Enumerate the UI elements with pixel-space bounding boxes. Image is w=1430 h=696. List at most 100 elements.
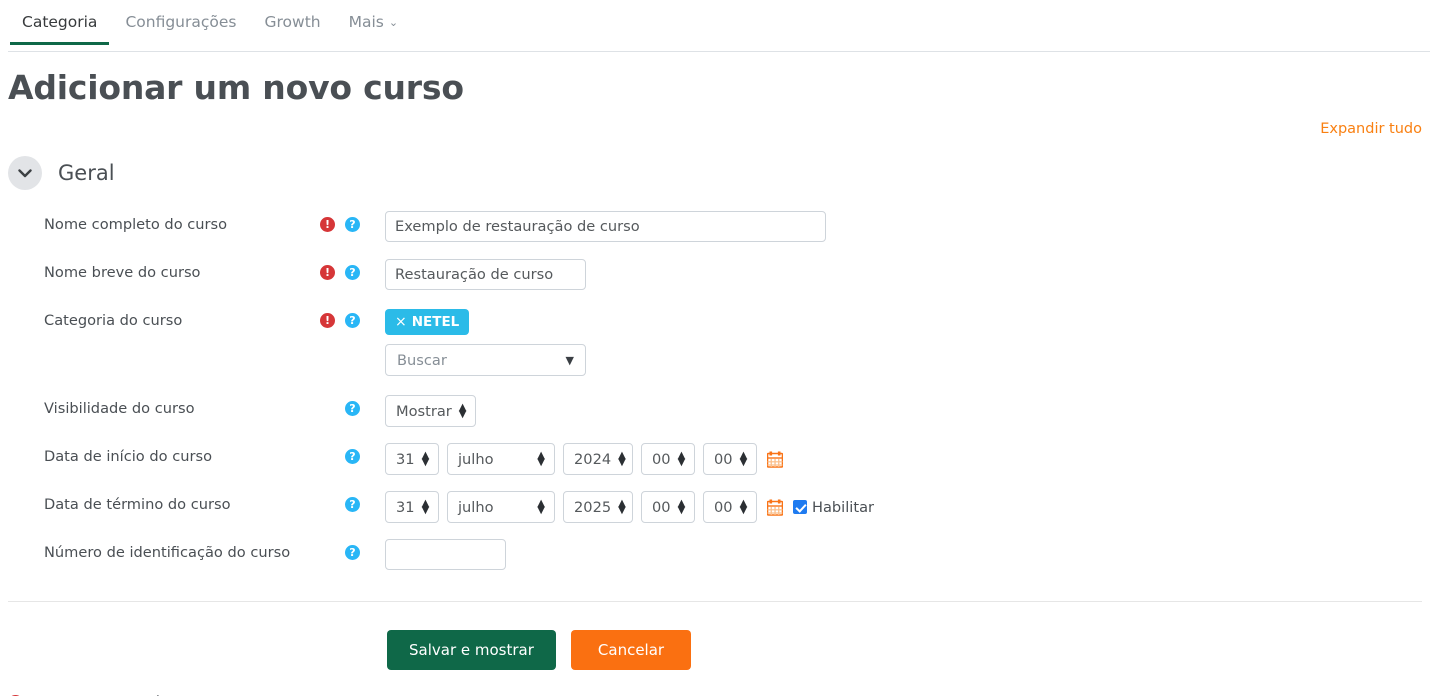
enddate-enable-checkbox[interactable]: Habilitar <box>793 499 874 516</box>
label-idnumber: Número de identificação do curso <box>8 535 320 563</box>
shortname-input[interactable] <box>385 259 586 290</box>
startdate-year-select[interactable]: 2024 ▲▼ <box>563 443 633 475</box>
tab-configuracoes-label: Configurações <box>125 13 236 31</box>
label-shortname: Nome breve do curso <box>8 255 320 283</box>
close-icon[interactable]: × <box>395 314 407 330</box>
required-icon: ! <box>320 265 335 280</box>
enddate-day-select[interactable]: 31 ▲▼ <box>385 491 439 523</box>
label-category: Categoria do curso <box>8 303 320 331</box>
control-visibility: Mostrar ▲▼ <box>385 391 476 427</box>
page-title: Adicionar um novo curso <box>8 68 1430 107</box>
checkbox-checked-icon <box>793 500 807 514</box>
startdate-minute-value: 00 <box>714 451 733 468</box>
help-icon[interactable]: ? <box>345 217 360 232</box>
section-header-geral: Geral <box>8 153 1430 193</box>
fullname-input[interactable] <box>385 211 826 242</box>
startdate-minute-select[interactable]: 00 ▲▼ <box>703 443 757 475</box>
required-icon: ! <box>320 313 335 328</box>
idnumber-input[interactable] <box>385 539 506 570</box>
control-startdate: 31 ▲▼ julho ▲▼ 2024 ▲▼ 00 ▲▼ 00 ▲▼ <box>385 439 783 475</box>
expand-all-row: Expandir tudo <box>0 121 1430 147</box>
cancel-button[interactable]: Cancelar <box>571 630 691 670</box>
category-tag-netel[interactable]: × NETEL <box>385 309 469 335</box>
form-row-startdate: Data de início do curso ? 31 ▲▼ julho ▲▼… <box>8 439 1430 487</box>
enddate-year-select[interactable]: 2025 ▲▼ <box>563 491 633 523</box>
select-arrows-icon: ▲▼ <box>618 453 626 466</box>
label-startdate: Data de início do curso <box>8 439 320 467</box>
primary-tab-bar: Categoria Configurações Growth Mais ⌄ <box>0 0 1430 52</box>
icons-fullname: ! ? <box>320 207 385 232</box>
select-arrows-icon: ▲▼ <box>678 453 686 466</box>
select-arrows-icon: ▲▼ <box>537 501 545 514</box>
help-icon[interactable]: ? <box>345 545 360 560</box>
enddate-month-select[interactable]: julho ▲▼ <box>447 491 555 523</box>
control-idnumber <box>385 535 506 570</box>
control-fullname <box>385 207 826 242</box>
help-icon[interactable]: ? <box>345 449 360 464</box>
icons-category: ! ? <box>320 303 385 328</box>
select-arrows-icon: ▲▼ <box>740 453 748 466</box>
form-row-fullname: Nome completo do curso ! ? <box>8 207 1430 255</box>
label-enddate: Data de término do curso <box>8 487 320 515</box>
tab-configuracoes[interactable]: Configurações <box>111 0 250 45</box>
tab-mais-label: Mais <box>349 13 384 31</box>
form-divider <box>8 601 1422 602</box>
tab-growth[interactable]: Growth <box>250 0 334 45</box>
tab-categoria[interactable]: Categoria <box>8 0 111 45</box>
help-icon[interactable]: ? <box>345 401 360 416</box>
category-search-select[interactable]: Buscar ▼ <box>385 344 586 376</box>
form-row-enddate: Data de término do curso ? 31 ▲▼ julho ▲… <box>8 487 1430 535</box>
select-arrows-icon: ▲▼ <box>422 501 430 514</box>
chevron-down-icon: ▼ <box>566 354 574 367</box>
chevron-down-icon: ⌄ <box>389 16 398 29</box>
section-collapse-toggle[interactable] <box>8 156 42 190</box>
control-enddate: 31 ▲▼ julho ▲▼ 2025 ▲▼ 00 ▲▼ 00 ▲▼ <box>385 487 874 523</box>
control-shortname <box>385 255 586 290</box>
icons-shortname: ! ? <box>320 255 385 280</box>
enddate-day-value: 31 <box>396 499 415 516</box>
enddate-hour-value: 00 <box>652 499 671 516</box>
calendar-icon[interactable] <box>767 499 783 516</box>
form-row-visibility: Visibilidade do curso ? Mostrar ▲▼ <box>8 391 1430 439</box>
save-and-display-button[interactable]: Salvar e mostrar <box>387 630 556 670</box>
startdate-day-value: 31 <box>396 451 415 468</box>
tab-categoria-label: Categoria <box>22 13 97 31</box>
help-icon[interactable]: ? <box>345 313 360 328</box>
course-form: Nome completo do curso ! ? Nome breve do… <box>0 207 1430 589</box>
icons-enddate: ? <box>320 487 385 512</box>
help-icon[interactable]: ? <box>345 497 360 512</box>
enddate-minute-value: 00 <box>714 499 733 516</box>
help-icon[interactable]: ? <box>345 265 360 280</box>
section-title: Geral <box>58 161 115 185</box>
enddate-month-value: julho <box>458 499 494 516</box>
select-arrows-icon: ▲▼ <box>618 501 626 514</box>
expand-all-link[interactable]: Expandir tudo <box>1320 121 1422 137</box>
icons-idnumber: ? <box>320 535 385 560</box>
form-row-shortname: Nome breve do curso ! ? <box>8 255 1430 303</box>
select-arrows-icon: ▲▼ <box>678 501 686 514</box>
startdate-month-value: julho <box>458 451 494 468</box>
startdate-month-select[interactable]: julho ▲▼ <box>447 443 555 475</box>
category-tag-label: NETEL <box>412 314 460 330</box>
control-category: × NETEL Buscar ▼ <box>385 303 586 376</box>
startdate-hour-value: 00 <box>652 451 671 468</box>
startdate-day-select[interactable]: 31 ▲▼ <box>385 443 439 475</box>
visibility-select-value: Mostrar <box>396 403 452 420</box>
label-visibility: Visibilidade do curso <box>8 391 320 419</box>
label-fullname: Nome completo do curso <box>8 207 320 235</box>
select-arrows-icon: ▲▼ <box>537 453 545 466</box>
select-arrows-icon: ▲▼ <box>422 453 430 466</box>
chevron-down-icon <box>18 169 32 178</box>
enddate-minute-select[interactable]: 00 ▲▼ <box>703 491 757 523</box>
startdate-year-value: 2024 <box>574 451 611 468</box>
form-actions: Salvar e mostrar Cancelar <box>0 630 1430 670</box>
category-search-placeholder: Buscar <box>397 352 447 369</box>
startdate-hour-select[interactable]: 00 ▲▼ <box>641 443 695 475</box>
enddate-hour-select[interactable]: 00 ▲▼ <box>641 491 695 523</box>
icons-startdate: ? <box>320 439 385 464</box>
visibility-select[interactable]: Mostrar ▲▼ <box>385 395 476 427</box>
form-row-idnumber: Número de identificação do curso ? <box>8 535 1430 589</box>
tab-mais[interactable]: Mais ⌄ <box>335 0 412 45</box>
form-row-category: Categoria do curso ! ? × NETEL Buscar ▼ <box>8 303 1430 391</box>
calendar-icon[interactable] <box>767 451 783 468</box>
